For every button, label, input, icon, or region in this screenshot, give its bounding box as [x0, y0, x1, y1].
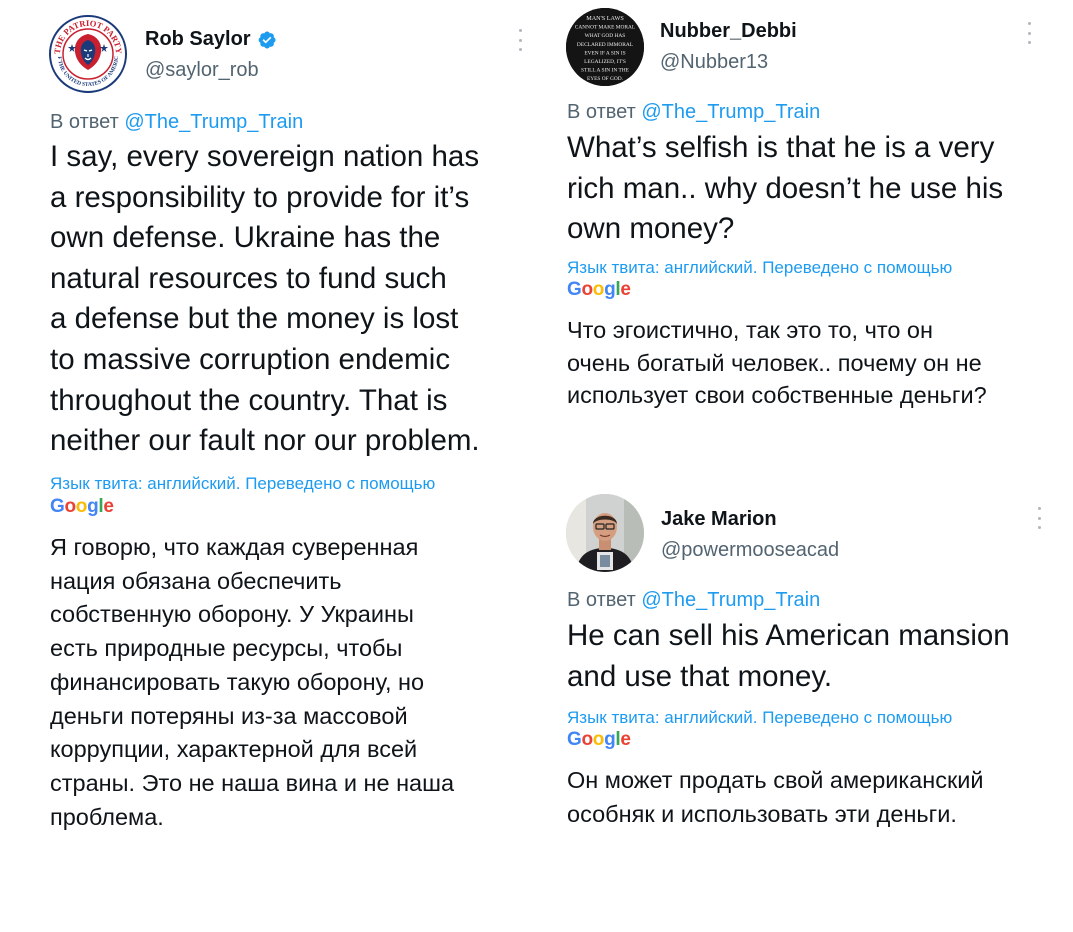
- reply-mention-link[interactable]: @The_Trump_Train: [124, 111, 303, 133]
- translated-text-line: проблема.: [50, 803, 164, 830]
- google-letter: g: [87, 496, 99, 517]
- author-name[interactable]: Rob Saylor: [145, 28, 251, 51]
- tweet-text: What’s selfish is that he is a very rich…: [567, 128, 1003, 250]
- verified-badge-icon: [257, 30, 277, 50]
- google-letter: g: [604, 279, 616, 300]
- profile-photo: [566, 494, 644, 572]
- translated-text-line: Что эгоистично, так это то, что он: [567, 317, 933, 343]
- reply-prefix: В ответ: [567, 101, 636, 123]
- more-options-icon[interactable]: [1036, 507, 1042, 529]
- tweet-text-line: own money?: [567, 212, 735, 246]
- avatar-jake-marion[interactable]: [566, 494, 644, 572]
- avatar-patriot-party[interactable]: THE PATRIOT PARTY OF THE UNITED STATES O…: [48, 14, 128, 94]
- google-letter: G: [567, 279, 582, 300]
- translated-text-line: деньги потеряны из-за массовой: [50, 702, 408, 729]
- google-letter: o: [64, 496, 76, 517]
- tweet-text-line: I say, every sovereign nation has: [50, 140, 480, 173]
- google-letter: G: [50, 496, 65, 517]
- author-block[interactable]: Jake Marion @powermooseacad: [661, 508, 839, 562]
- google-logo: Google: [567, 729, 631, 751]
- translated-text-line: финансировать такую оборону, но: [50, 668, 425, 695]
- google-letter: e: [103, 496, 114, 517]
- author-handle[interactable]: @saylor_rob: [145, 59, 277, 82]
- tweet-text-line: What’s selfish is that he is a very: [567, 131, 995, 164]
- translated-text-line: коррупции, характерной для всей: [50, 736, 418, 763]
- tweet-text-line: to massive corruption endemic: [50, 342, 451, 376]
- tweet-text: He can sell his American mansion and use…: [567, 616, 1010, 697]
- tweet-rob-saylor: THE PATRIOT PARTY OF THE UNITED STATES O…: [0, 0, 540, 932]
- tweet-text-line: throughout the country. That is: [50, 383, 448, 417]
- google-logo: Google: [567, 279, 631, 301]
- google-letter: G: [567, 729, 582, 750]
- more-options-icon[interactable]: [517, 29, 523, 51]
- tweet-text-line: and use that money.: [567, 659, 833, 693]
- author-name[interactable]: Jake Marion: [661, 508, 777, 531]
- translated-text-line: Он может продать свой американский: [567, 767, 984, 793]
- reply-mention-link[interactable]: @The_Trump_Train: [641, 589, 820, 611]
- google-letter: o: [581, 729, 593, 750]
- translated-text-line: страны. Это не наша вина и не наша: [50, 769, 455, 796]
- avatar-quote-line: MAN'S LAWS: [586, 15, 624, 22]
- google-logo: Google: [50, 496, 114, 518]
- translated-text-line: собственную оборону. У Украины: [50, 601, 414, 628]
- google-letter: o: [581, 279, 593, 300]
- translation-note-link[interactable]: Язык твита: английский. Переведено с пом…: [50, 474, 435, 494]
- chalkboard-quote-image: MAN'S LAWS CANNOT MAKE MORAL WHAT GOD HAS D…: [566, 8, 644, 86]
- translated-text: Я говорю, что каждая суверенная нация об…: [50, 531, 454, 834]
- google-letter: o: [592, 729, 605, 750]
- avatar-quote-line: DECLARED IMMORAL: [577, 42, 633, 48]
- google-letter: o: [592, 279, 605, 300]
- translated-text-line: нация обязана обеспечить: [50, 567, 342, 594]
- author-handle[interactable]: @Nubber13: [660, 51, 797, 74]
- author-block[interactable]: Rob Saylor @saylor_rob: [145, 28, 277, 82]
- tweet-nubber-debbi: MAN'S LAWS CANNOT MAKE MORAL WHAT GOD HAS D…: [540, 0, 1073, 460]
- reply-mention-link[interactable]: @The_Trump_Train: [641, 101, 820, 123]
- translated-text: Он может продать свой американский особн…: [567, 764, 984, 831]
- tweet-text-line: own defense. Ukraine has the: [50, 221, 441, 255]
- google-letter: o: [75, 496, 88, 517]
- translated-text-line: использует свои собственные деньги?: [567, 382, 987, 408]
- tweet-text-line: natural resources to fund such: [50, 261, 447, 295]
- more-options-icon[interactable]: [1026, 22, 1032, 44]
- reply-prefix: В ответ: [567, 589, 636, 611]
- tweet-text-line: a responsibility to provide for it’s: [50, 180, 470, 214]
- tweet-text-line: neither our fault nor our problem.: [50, 424, 480, 458]
- translated-text-line: особняк и использовать эти деньги.: [567, 800, 957, 827]
- tweet-text: I say, every sovereign nation has a resp…: [50, 137, 480, 462]
- translation-note-link[interactable]: Язык твита: английский. Переведено с пом…: [567, 708, 952, 728]
- patriot-party-logo: THE PATRIOT PARTY OF THE UNITED STATES O…: [48, 14, 127, 93]
- tweet-text-line: rich man.. why doesn’t he use his: [567, 171, 1004, 205]
- reply-context: В ответ @The_Trump_Train: [567, 589, 820, 612]
- tweet-text-line: a defense but the money is lost: [50, 302, 459, 336]
- google-letter: e: [620, 729, 631, 750]
- reply-prefix: В ответ: [50, 111, 119, 133]
- google-letter: g: [604, 729, 616, 750]
- author-name[interactable]: Nubber_Debbi: [660, 20, 797, 43]
- avatar-quote-line: WHAT GOD HAS: [585, 33, 626, 39]
- avatar-quote-line: EYES OF GOD.: [587, 76, 623, 82]
- translated-text-line: очень богатый человек.. почему он не: [567, 349, 982, 376]
- google-letter: e: [620, 279, 631, 300]
- tweet-text-line: He can sell his American mansion: [567, 619, 1010, 652]
- translated-text: Что эгоистично, так это то, что он очень…: [567, 314, 987, 412]
- avatar-quote-line: CANNOT MAKE MORAL: [575, 25, 635, 31]
- tweet-jake-marion: Jake Marion @powermooseacad В ответ @The…: [540, 480, 1073, 932]
- avatar-chalkboard[interactable]: MAN'S LAWS CANNOT MAKE MORAL WHAT GOD HAS D…: [566, 8, 644, 86]
- translated-text-line: есть природные ресурсы, чтобы: [50, 635, 403, 662]
- avatar-quote-line: EVEN IF A SIN IS: [584, 50, 625, 56]
- translation-note-link[interactable]: Язык твита: английский. Переведено с пом…: [567, 258, 952, 278]
- author-handle[interactable]: @powermooseacad: [661, 539, 839, 562]
- author-block[interactable]: Nubber_Debbi @Nubber13: [660, 20, 797, 74]
- avatar-quote-line: STILL A SIN IN THE: [581, 68, 630, 74]
- reply-context: В ответ @The_Trump_Train: [567, 101, 820, 124]
- avatar-quote-line: LEGALIZED, IT'S: [584, 59, 626, 65]
- translated-text-line: Я говорю, что каждая суверенная: [50, 534, 419, 560]
- reply-context: В ответ @The_Trump_Train: [50, 111, 303, 134]
